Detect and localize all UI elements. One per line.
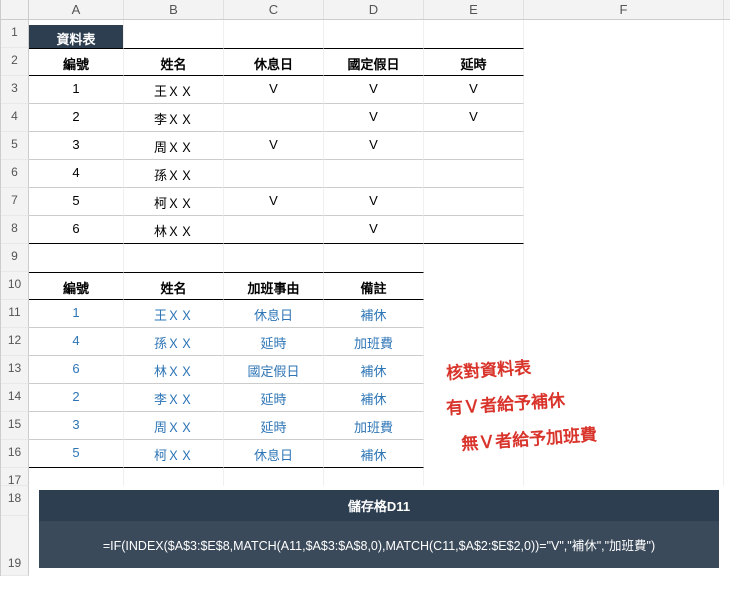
row-header-1[interactable]: 1 xyxy=(1,20,29,48)
row-header-16[interactable]: 16 xyxy=(1,440,29,468)
col-header-c[interactable]: C xyxy=(224,0,324,19)
row-header-15[interactable]: 15 xyxy=(1,412,29,440)
row-header-18[interactable]: 18 xyxy=(1,486,29,516)
table-cell[interactable]: 李ＸＸ xyxy=(124,384,224,412)
row-header-12[interactable]: 12 xyxy=(1,328,29,356)
table-cell[interactable] xyxy=(224,216,324,244)
corner-cell[interactable] xyxy=(1,0,29,19)
table-cell[interactable]: 林ＸＸ xyxy=(124,356,224,384)
row-header-8[interactable]: 8 xyxy=(1,216,29,244)
table-cell[interactable]: V xyxy=(324,104,424,132)
row-header-2[interactable]: 2 xyxy=(1,48,29,76)
t2-header-note[interactable]: 備註 xyxy=(324,272,424,300)
spreadsheet: A B C D E F 1 資料表 2 編號 姓名 休息日 國定假日 延時 31… xyxy=(0,0,730,576)
col-header-f[interactable]: F xyxy=(524,0,724,19)
table-cell[interactable]: 1 xyxy=(29,300,124,328)
row-header-11[interactable]: 11 xyxy=(1,300,29,328)
table-cell[interactable]: 4 xyxy=(29,328,124,356)
table-cell[interactable]: 孫ＸＸ xyxy=(124,328,224,356)
table-cell[interactable]: 李ＸＸ xyxy=(124,104,224,132)
col-header-e[interactable]: E xyxy=(424,0,524,19)
row-header-5[interactable]: 5 xyxy=(1,132,29,160)
formula-body: =IF(INDEX($A$3:$E$8,MATCH(A11,$A$3:$A$8,… xyxy=(39,521,719,568)
table-cell[interactable]: 孫ＸＸ xyxy=(124,160,224,188)
table-cell[interactable]: 4 xyxy=(29,160,124,188)
row-header-13[interactable]: 13 xyxy=(1,356,29,384)
table-cell[interactable] xyxy=(424,160,524,188)
table-cell[interactable]: 柯ＸＸ xyxy=(124,440,224,468)
table-cell[interactable]: 補休 xyxy=(324,384,424,412)
table-cell[interactable]: 5 xyxy=(29,188,124,216)
t2-header-id[interactable]: 編號 xyxy=(29,272,124,300)
table-cell[interactable]: V xyxy=(424,104,524,132)
table-cell[interactable]: 王ＸＸ xyxy=(124,300,224,328)
row-header-9[interactable]: 9 xyxy=(1,244,29,272)
row-header-3[interactable]: 3 xyxy=(1,76,29,104)
table-cell[interactable]: 休息日 xyxy=(224,300,324,328)
table-cell[interactable]: V xyxy=(224,188,324,216)
row-header-14[interactable]: 14 xyxy=(1,384,29,412)
table-cell[interactable] xyxy=(424,216,524,244)
table-cell[interactable]: 6 xyxy=(29,356,124,384)
t1-header-overtime[interactable]: 延時 xyxy=(424,48,524,76)
table-cell[interactable]: 1 xyxy=(29,76,124,104)
row-header-19[interactable]: 19 xyxy=(1,516,29,576)
table-cell[interactable]: 5 xyxy=(29,440,124,468)
table-cell[interactable]: V xyxy=(224,132,324,160)
table-cell[interactable]: 補休 xyxy=(324,300,424,328)
col-header-a[interactable]: A xyxy=(29,0,124,19)
table-cell[interactable]: 延時 xyxy=(224,384,324,412)
formula-title: 儲存格D11 xyxy=(39,490,719,521)
table-cell[interactable] xyxy=(424,132,524,160)
t2-header-name[interactable]: 姓名 xyxy=(124,272,224,300)
table-cell[interactable]: V xyxy=(324,188,424,216)
table-cell[interactable] xyxy=(224,160,324,188)
table-cell[interactable]: V xyxy=(324,132,424,160)
table-cell[interactable]: 柯ＸＸ xyxy=(124,188,224,216)
cell-a1[interactable]: 資料表 xyxy=(29,20,124,48)
t1-header-holiday[interactable]: 國定假日 xyxy=(324,48,424,76)
row-header-10[interactable]: 10 xyxy=(1,272,29,300)
table-cell[interactable]: V xyxy=(224,76,324,104)
table-cell[interactable]: 3 xyxy=(29,132,124,160)
table-cell[interactable]: V xyxy=(324,76,424,104)
table-cell[interactable]: 2 xyxy=(29,104,124,132)
table-cell[interactable]: 周ＸＸ xyxy=(124,132,224,160)
table-cell[interactable]: 延時 xyxy=(224,328,324,356)
table-cell[interactable]: 周ＸＸ xyxy=(124,412,224,440)
table-cell[interactable] xyxy=(224,104,324,132)
t2-header-reason[interactable]: 加班事由 xyxy=(224,272,324,300)
col-header-b[interactable]: B xyxy=(124,0,224,19)
row-header-4[interactable]: 4 xyxy=(1,104,29,132)
col-header-d[interactable]: D xyxy=(324,0,424,19)
table-cell[interactable] xyxy=(324,160,424,188)
row-header-6[interactable]: 6 xyxy=(1,160,29,188)
formula-box: 儲存格D11 =IF(INDEX($A$3:$E$8,MATCH(A11,$A$… xyxy=(39,490,719,568)
table-cell[interactable]: V xyxy=(424,76,524,104)
t1-header-rest[interactable]: 休息日 xyxy=(224,48,324,76)
table-cell[interactable]: 延時 xyxy=(224,412,324,440)
tab-label: 資料表 xyxy=(29,25,123,48)
table-cell[interactable]: 國定假日 xyxy=(224,356,324,384)
table-cell[interactable]: 2 xyxy=(29,384,124,412)
table-cell[interactable]: 休息日 xyxy=(224,440,324,468)
row-header-7[interactable]: 7 xyxy=(1,188,29,216)
t1-header-id[interactable]: 編號 xyxy=(29,48,124,76)
table-cell[interactable]: 補休 xyxy=(324,440,424,468)
column-headers: A B C D E F xyxy=(1,0,730,20)
table-cell[interactable]: 補休 xyxy=(324,356,424,384)
table-cell[interactable]: 3 xyxy=(29,412,124,440)
table-cell[interactable]: 王ＸＸ xyxy=(124,76,224,104)
table-cell[interactable] xyxy=(424,188,524,216)
table-cell[interactable]: 林ＸＸ xyxy=(124,216,224,244)
table-cell[interactable]: V xyxy=(324,216,424,244)
t1-header-name[interactable]: 姓名 xyxy=(124,48,224,76)
row-header-17[interactable]: 17 xyxy=(1,468,29,486)
table-cell[interactable]: 加班費 xyxy=(324,412,424,440)
table-cell[interactable]: 加班費 xyxy=(324,328,424,356)
table-cell[interactable]: 6 xyxy=(29,216,124,244)
